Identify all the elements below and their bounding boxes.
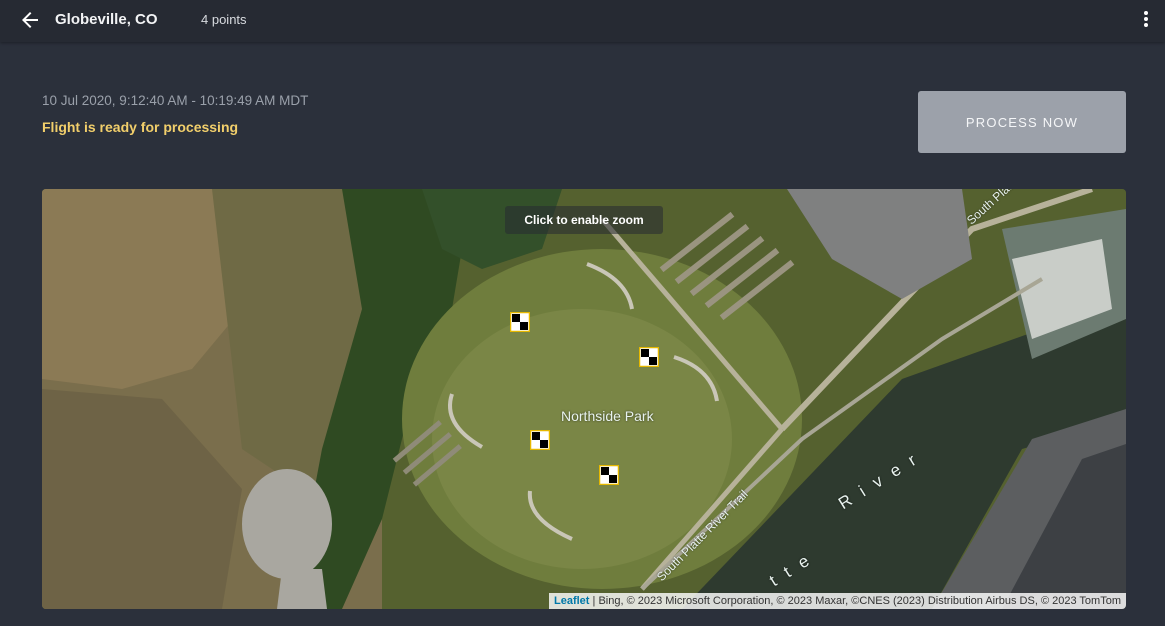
ground-control-point-marker[interactable] <box>509 311 531 333</box>
map-attribution: Leaflet | Bing, © 2023 Microsoft Corpora… <box>549 593 1126 609</box>
park-label: Northside Park <box>561 408 654 424</box>
ground-control-point-icon <box>529 429 551 451</box>
zoom-hint[interactable]: Click to enable zoom <box>505 206 663 234</box>
ground-control-point-icon <box>509 311 531 333</box>
ground-control-point-marker[interactable] <box>529 429 551 451</box>
attribution-sources: | Bing, © 2023 Microsoft Corporation, © … <box>589 595 1121 607</box>
more-menu-button[interactable] <box>1135 9 1157 31</box>
satellite-imagery <box>42 189 1126 609</box>
more-vertical-icon <box>1144 11 1148 27</box>
points-count: 4 points <box>201 12 247 27</box>
ground-control-point-marker[interactable] <box>598 464 620 486</box>
arrow-left-icon <box>22 12 38 28</box>
flight-status: Flight is ready for processing <box>42 119 239 135</box>
ground-control-point-marker[interactable] <box>638 346 660 368</box>
flight-date-range: 10 Jul 2020, 9:12:40 AM - 10:19:49 AM MD… <box>42 93 309 108</box>
ground-control-point-icon <box>598 464 620 486</box>
map-view[interactable]: Click to enable zoom Northside Park Sout… <box>42 189 1126 609</box>
back-button[interactable] <box>18 8 42 32</box>
leaflet-link[interactable]: Leaflet <box>554 595 589 607</box>
page-title: Globeville, CO <box>55 11 158 28</box>
process-now-button[interactable]: PROCESS NOW <box>918 91 1126 153</box>
ground-control-point-icon <box>638 346 660 368</box>
app-header: Globeville, CO 4 points <box>0 0 1165 42</box>
